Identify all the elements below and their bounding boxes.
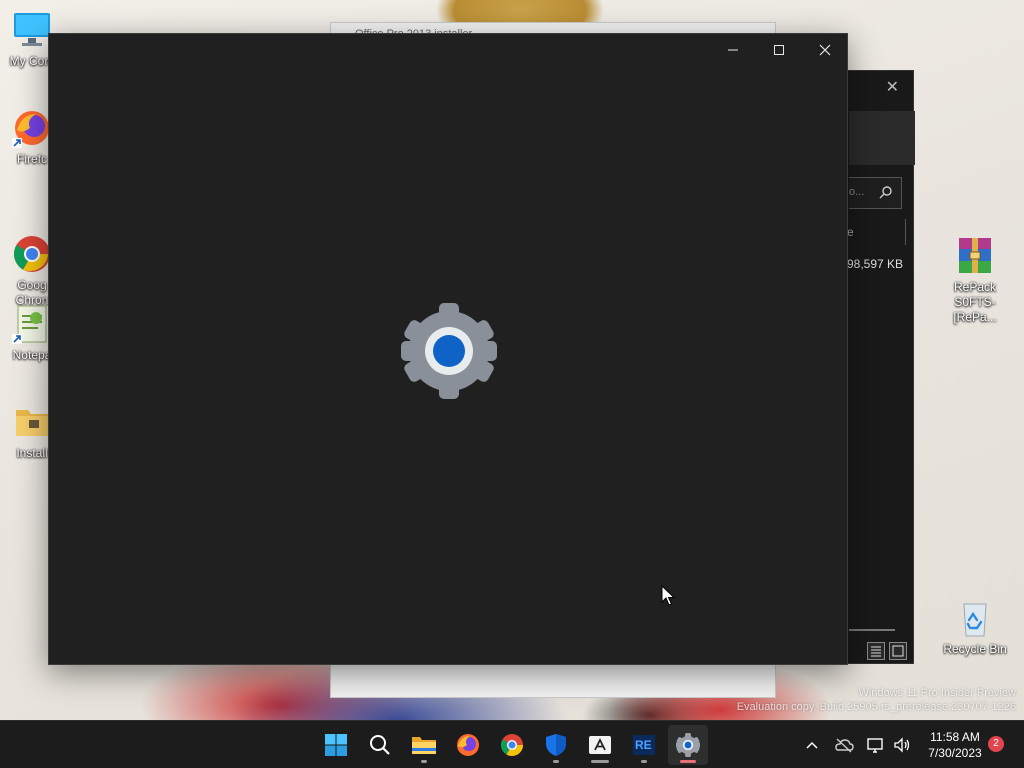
settings-window[interactable] [48, 33, 848, 665]
windows-security-icon [546, 734, 566, 756]
onedrive-icon [835, 738, 854, 753]
evaluation-watermark: Windows 11 Pro Insider Preview Evaluatio… [737, 686, 1016, 714]
clock-time: 11:58 AM [930, 730, 980, 744]
taskbar-re-app[interactable]: RE [624, 725, 664, 765]
minimize-button[interactable] [710, 34, 756, 66]
explorer-column-divider [905, 219, 906, 245]
recycle-bin-icon [955, 598, 995, 638]
firefox-icon [12, 108, 52, 148]
taskbar-search-button[interactable] [360, 725, 400, 765]
minimize-icon [728, 49, 738, 51]
search-icon [370, 735, 390, 755]
search-icon [879, 185, 893, 204]
start-button[interactable] [316, 725, 356, 765]
desktop-icon-repack-archive[interactable]: RePack S0FTS-[RePa... [937, 206, 1013, 340]
close-icon [819, 44, 831, 56]
active-indicator [680, 760, 696, 763]
explorer-scrollbar[interactable] [849, 629, 895, 631]
maximize-icon [774, 45, 784, 55]
explorer-file-size: 98,597 KB [847, 257, 904, 271]
mouse-cursor [661, 584, 676, 612]
maximize-button[interactable] [756, 34, 802, 66]
running-indicator [591, 760, 609, 763]
running-indicator [553, 760, 559, 763]
folder-icon [12, 402, 52, 442]
desktop-icon-label: Recycle Bin [943, 642, 1007, 656]
details-view-button[interactable] [867, 642, 885, 660]
explorer-close-icon[interactable]: ✕ [886, 77, 899, 97]
file-explorer-icon [412, 737, 436, 754]
taskbar: RE 11:58 AM 7/30/2023 [0, 720, 1024, 768]
firefox-icon [457, 734, 479, 756]
network-tray[interactable] [864, 733, 888, 757]
explorer-column-header[interactable]: e [847, 225, 854, 239]
running-indicator [641, 760, 647, 763]
taskbar-app-store[interactable] [580, 725, 620, 765]
taskbar-windows-security[interactable] [536, 725, 576, 765]
watermark-line-1: Windows 11 Pro Insider Preview [858, 687, 1016, 699]
onedrive-tray[interactable] [832, 733, 856, 757]
taskbar-firefox[interactable] [448, 725, 488, 765]
large-icons-view-button[interactable] [889, 642, 907, 660]
desktop-icon-label: RePack S0FTS-[RePa... [953, 280, 997, 324]
chevron-up-icon [806, 741, 818, 749]
computer-icon [12, 10, 52, 50]
windows-start-icon [325, 734, 347, 756]
explorer-ribbon [849, 111, 915, 165]
clock-date: 7/30/2023 [928, 746, 982, 760]
running-indicator [421, 760, 427, 763]
taskbar-chrome[interactable] [492, 725, 532, 765]
close-button[interactable] [802, 34, 848, 66]
notepad-icon [12, 304, 52, 344]
taskbar-file-explorer[interactable] [404, 725, 444, 765]
taskbar-clock[interactable]: 11:58 AM 7/30/2023 [918, 729, 992, 761]
desktop-icon-recycle-bin[interactable]: Recycle Bin [937, 598, 1013, 657]
volume-icon [894, 737, 910, 753]
settings-gear-icon [399, 301, 499, 401]
network-icon [867, 738, 883, 753]
watermark-line-2: Evaluation copy. Build 25905.rs_prerelea… [736, 701, 1016, 713]
chrome-icon [501, 734, 523, 756]
taskbar-settings[interactable] [668, 725, 708, 765]
re-app-icon: RE [633, 735, 655, 755]
explorer-search-input[interactable]: o... [849, 177, 902, 209]
show-hidden-icons-button[interactable] [800, 733, 824, 757]
notification-badge[interactable]: 2 [988, 736, 1004, 752]
winrar-archive-icon [955, 221, 995, 273]
explorer-search-placeholder: o... [849, 186, 865, 198]
settings-icon [676, 733, 700, 757]
chrome-icon [12, 219, 52, 272]
volume-tray[interactable] [890, 733, 914, 757]
svg-text:RE: RE [635, 738, 652, 752]
app-store-icon [589, 736, 611, 754]
